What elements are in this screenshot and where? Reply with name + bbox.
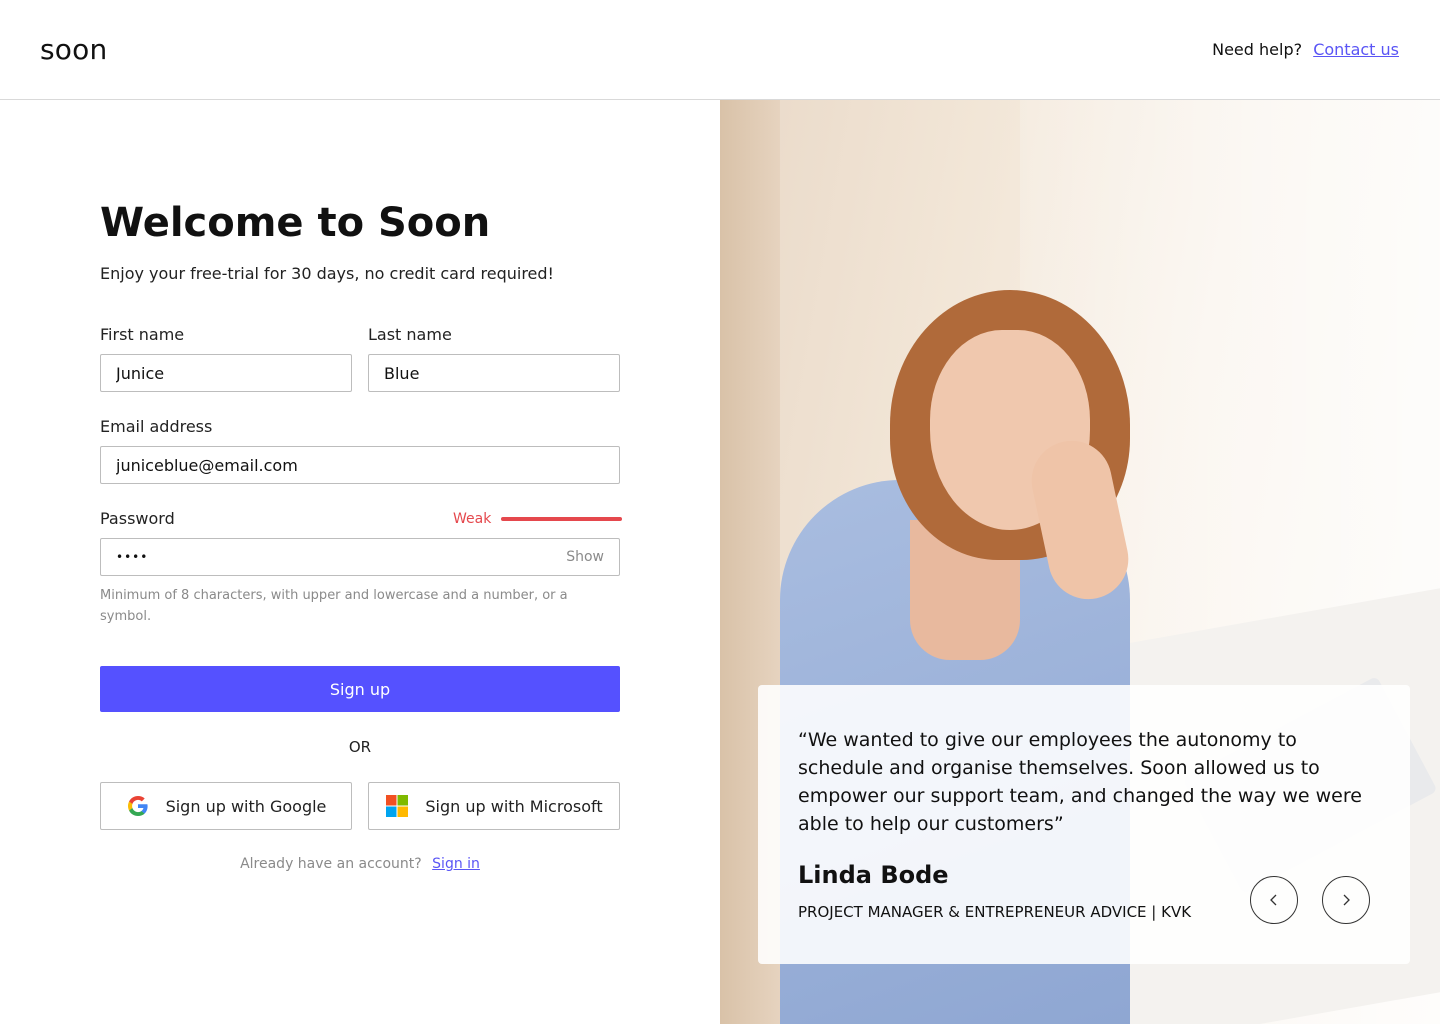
email-label: Email address: [100, 417, 213, 436]
signup-button[interactable]: Sign up: [100, 666, 620, 712]
previous-testimonial-button[interactable]: [1250, 876, 1298, 924]
testimonial-quote: “We wanted to give our employees the aut…: [798, 729, 1362, 835]
strength-bar: [501, 517, 623, 521]
signin-link[interactable]: Sign in: [432, 856, 480, 872]
help-text: Need help?: [1212, 40, 1303, 59]
password-value[interactable]: ••••: [116, 550, 148, 564]
password-label: Password: [100, 509, 175, 528]
microsoft-signup-button[interactable]: Sign up with Microsoft: [368, 782, 620, 830]
logo[interactable]: soon: [40, 33, 107, 66]
testimonial-name: Linda Bode: [798, 861, 949, 889]
show-password-button[interactable]: Show: [566, 549, 604, 565]
or-divider: OR: [348, 738, 372, 756]
contact-link[interactable]: Contact us: [1313, 40, 1399, 59]
first-name-input[interactable]: [116, 363, 336, 383]
first-name-label: First name: [100, 325, 185, 344]
password-strength: Weak: [453, 511, 623, 527]
google-signup-label: Sign up with Google: [165, 796, 327, 816]
email-field[interactable]: [100, 446, 620, 484]
testimonial-card: “We wanted to give our employees the aut…: [758, 685, 1410, 964]
last-name-input[interactable]: [384, 363, 604, 383]
strength-label: Weak: [453, 511, 492, 527]
chevron-left-icon: [1270, 894, 1277, 906]
help-section: Need help? Contact us: [1212, 40, 1399, 59]
signin-prompt: Already have an account?: [240, 856, 422, 872]
password-hint: Minimum of 8 characters, with upper and …: [100, 588, 568, 624]
page-subtitle: Enjoy your free-trial for 30 days, no cr…: [100, 264, 554, 283]
signin-row: Already have an account? Sign in: [100, 856, 620, 872]
last-name-label: Last name: [368, 325, 452, 344]
top-header: soon Need help? Contact us: [0, 0, 1440, 100]
google-signup-button[interactable]: Sign up with Google: [100, 782, 352, 830]
next-testimonial-button[interactable]: [1322, 876, 1370, 924]
microsoft-icon: [386, 795, 409, 817]
first-name-field[interactable]: [100, 354, 352, 392]
password-field[interactable]: •••• Show: [100, 538, 620, 576]
google-icon: [127, 796, 148, 816]
last-name-field[interactable]: [368, 354, 620, 392]
microsoft-signup-label: Sign up with Microsoft: [425, 796, 603, 816]
chevron-right-icon: [1343, 894, 1350, 906]
email-input[interactable]: [116, 455, 604, 475]
testimonial-role: PROJECT MANAGER & ENTREPRENEUR ADVICE | …: [798, 903, 1192, 921]
page-title: Welcome to Soon: [100, 200, 491, 246]
